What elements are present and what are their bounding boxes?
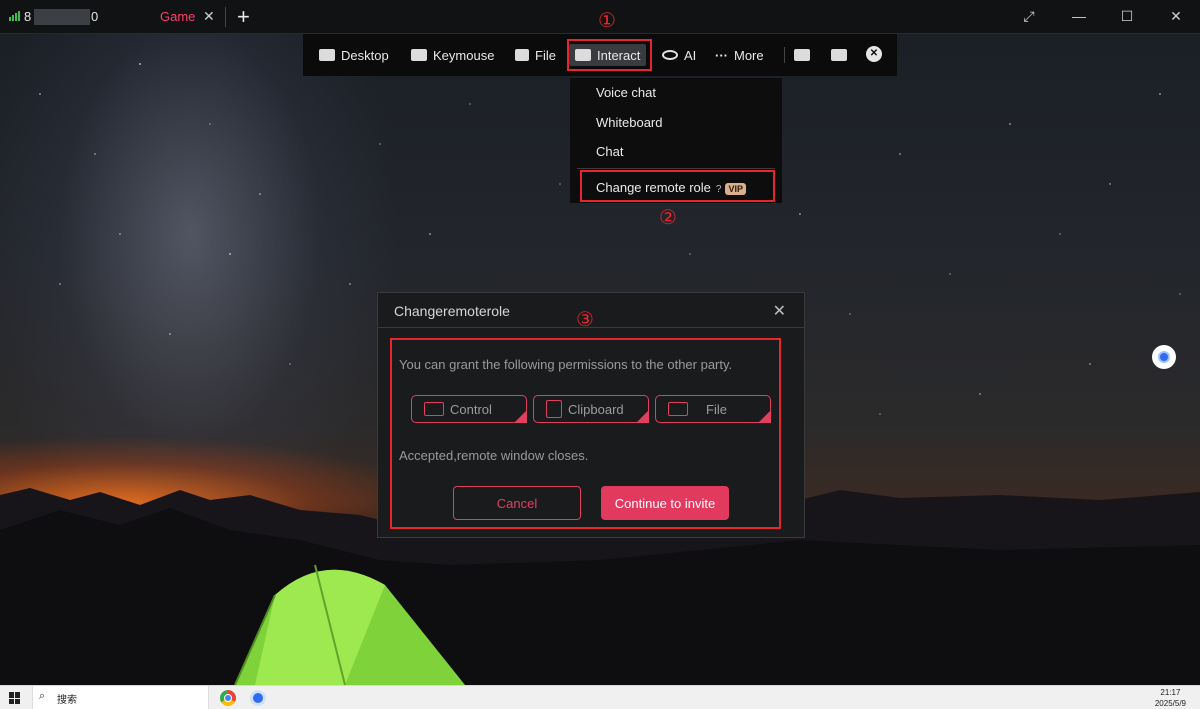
dialog-close-icon[interactable]: ✕ [773, 301, 786, 321]
add-tab-button[interactable]: + [237, 4, 250, 30]
more-dots-icon: ··· [715, 47, 728, 63]
remote-desktop-window: 8 0 Game ✕ + ⤢ — ☐ ✕ Desktop Keymouse Fi… [0, 0, 1200, 709]
toolbar-keymouse-label: Keymouse [433, 47, 495, 63]
menu-item-chat[interactable]: Chat [596, 144, 623, 159]
app-logo-icon [1158, 351, 1170, 363]
file-icon [515, 49, 529, 61]
taskbar-clock[interactable]: 21:17 2025/5/9 [1155, 687, 1186, 709]
toolbar-more[interactable]: ··· More [715, 44, 764, 66]
toolbar-more-label: More [734, 47, 764, 63]
toolbar-file[interactable]: File [515, 44, 556, 66]
maximize-button[interactable]: ☐ [1117, 8, 1137, 25]
toolbar-desktop-label: Desktop [341, 47, 389, 63]
annotation-box-change-role [580, 170, 775, 202]
monitor-icon [319, 49, 335, 61]
device-id-prefix: 8 [24, 9, 32, 24]
toolbar-file-label: File [535, 47, 556, 63]
redacted-device-id [34, 9, 90, 25]
tab-game[interactable]: Game [160, 9, 195, 24]
disconnect-icon[interactable]: ✕ [866, 46, 882, 62]
annotation-box-dialog [390, 338, 781, 529]
toolbar-divider [784, 47, 785, 63]
annotation-number-1: ① [598, 8, 616, 32]
device-id-suffix: 0 [91, 9, 99, 24]
eye-icon [662, 50, 678, 60]
menu-item-voice-chat[interactable]: Voice chat [596, 85, 656, 100]
keyboard-icon [411, 49, 427, 61]
taskbar-search-placeholder: 搜索 [57, 695, 77, 706]
tab-close-icon[interactable]: ✕ [203, 8, 215, 25]
toolbar-keymouse[interactable]: Keymouse [411, 44, 494, 66]
chrome-icon[interactable] [220, 690, 236, 706]
window-mode-icon[interactable] [831, 49, 847, 61]
menu-item-whiteboard[interactable]: Whiteboard [596, 115, 662, 130]
remote-app-taskbar-icon[interactable] [250, 690, 266, 706]
menu-divider [577, 168, 775, 169]
annotation-number-3: ③ [576, 307, 594, 331]
toolbar-ai-label: AI [684, 47, 697, 63]
search-icon: ⌕ [39, 690, 46, 702]
annotation-box-interact [567, 39, 652, 71]
fullscreen-icon[interactable]: ⤢ [1019, 8, 1039, 25]
dialog-title: Changeremoterole [394, 303, 510, 319]
tab-divider [225, 7, 226, 27]
clock-date: 2025/5/9 [1154, 699, 1186, 708]
annotation-number-2: ② [659, 205, 677, 229]
taskbar-search[interactable]: ⌕ 搜索 [32, 686, 209, 709]
minimize-button[interactable]: — [1069, 8, 1089, 24]
windows-start-icon[interactable] [9, 692, 21, 704]
signal-strength-icon [9, 11, 20, 21]
toolbar-desktop[interactable]: Desktop [319, 44, 389, 66]
clock-time: 21:17 [1160, 688, 1181, 697]
floating-assistant-button[interactable] [1152, 345, 1176, 369]
glowing-tent [234, 564, 465, 685]
screen-switch-icon[interactable] [794, 49, 810, 61]
windows-taskbar: ⌕ 搜索 21:17 2025/5/9 [0, 685, 1200, 709]
toolbar-ai[interactable]: AI [662, 44, 696, 66]
close-window-button[interactable]: ✕ [1166, 8, 1186, 25]
